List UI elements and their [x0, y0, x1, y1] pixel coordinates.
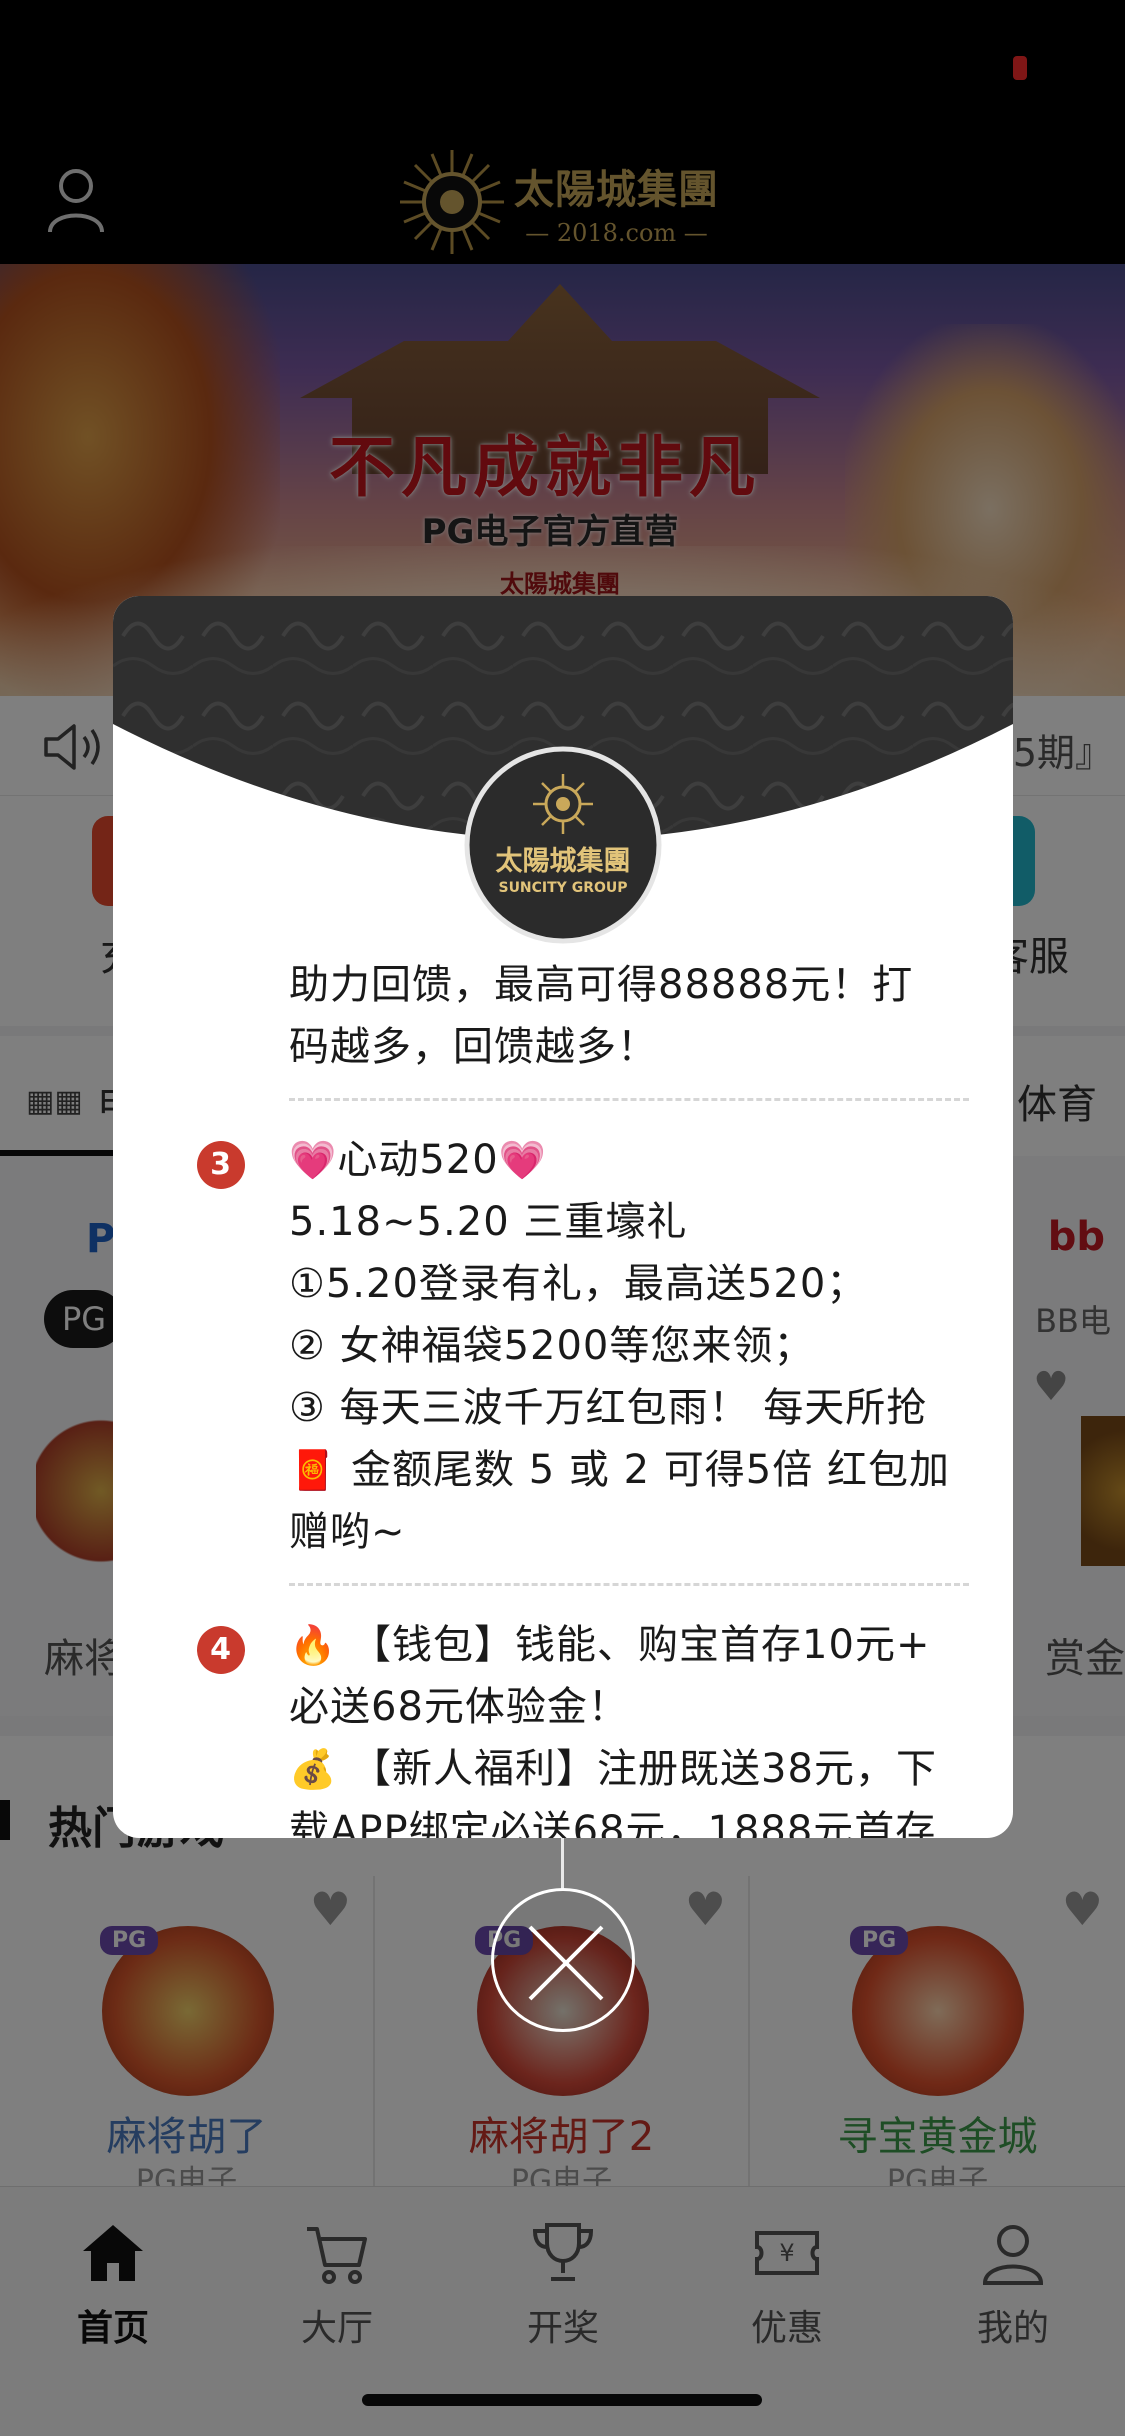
- text-line: ③ 每天三波千万红包雨！ 每天所抢: [289, 1385, 928, 1431]
- close-icon: [528, 1925, 604, 2001]
- modal-content[interactable]: 助力回馈，最高可得88888元！打 码越多，回馈越多！ 3 💗心动520💗 5.…: [113, 946, 1013, 1838]
- close-modal-button[interactable]: [491, 1888, 635, 2032]
- modal-brand-en: SUNCITY GROUP: [498, 880, 627, 896]
- red-envelope-icon: 🧧: [289, 1448, 338, 1492]
- dashed-divider: [289, 1098, 969, 1101]
- promo-item-4: 4 🔥 【钱包】钱能、购宝首存10元+ 必送68元体验金！ 💰 【新人福利】注册…: [157, 1614, 969, 1838]
- text-line: 🧧 金额尾数 5 或 2 可得5倍 红包加: [289, 1447, 950, 1493]
- text-line: 助力回馈，最高可得88888元！打: [289, 962, 914, 1008]
- text-line: 🔥 【钱包】钱能、购宝首存10元+: [289, 1622, 931, 1668]
- heart-icon: 💗: [498, 1138, 548, 1182]
- dashed-divider: [289, 1583, 969, 1586]
- text-line: 💗心动520💗: [289, 1137, 548, 1183]
- item-number-badge: 4: [197, 1626, 245, 1674]
- modal-brand-cn: 太陽城集團: [496, 845, 631, 877]
- item-number-badge: 3: [197, 1141, 245, 1189]
- promo-item-3: 3 💗心动520💗 5.18~5.20 三重壕礼 ①5.20登录有礼，最高送52…: [157, 1129, 969, 1563]
- text-line: 赠哟~: [289, 1509, 406, 1555]
- text-line: 必送68元体验金！: [289, 1684, 629, 1730]
- close-connector-line: [561, 1838, 564, 1890]
- text-line: ② 女神福袋5200等您来领；: [289, 1323, 815, 1369]
- text-line: ①5.20登录有礼，最高送520；: [289, 1261, 868, 1307]
- money-bag-icon: 💰: [289, 1747, 338, 1791]
- text-line: 💰 【新人福利】注册既送38元，下: [289, 1746, 937, 1792]
- announcement-modal: 太陽城集團 SUNCITY GROUP 助力回馈，最高可得88888元！打 码越…: [113, 596, 1013, 1838]
- suncity-emblem-icon: 太陽城集團 SUNCITY GROUP: [464, 746, 662, 944]
- intro-paragraph: 助力回馈，最高可得88888元！打 码越多，回馈越多！: [157, 946, 969, 1078]
- text-line: 5.18~5.20 三重壕礼: [289, 1199, 688, 1245]
- text-line: 码越多，回馈越多！: [289, 1024, 658, 1070]
- fire-icon: 🔥: [289, 1623, 338, 1667]
- heart-icon: 💗: [289, 1138, 338, 1182]
- text-line: 载APP绑定必送68元，1888元首存: [289, 1808, 937, 1838]
